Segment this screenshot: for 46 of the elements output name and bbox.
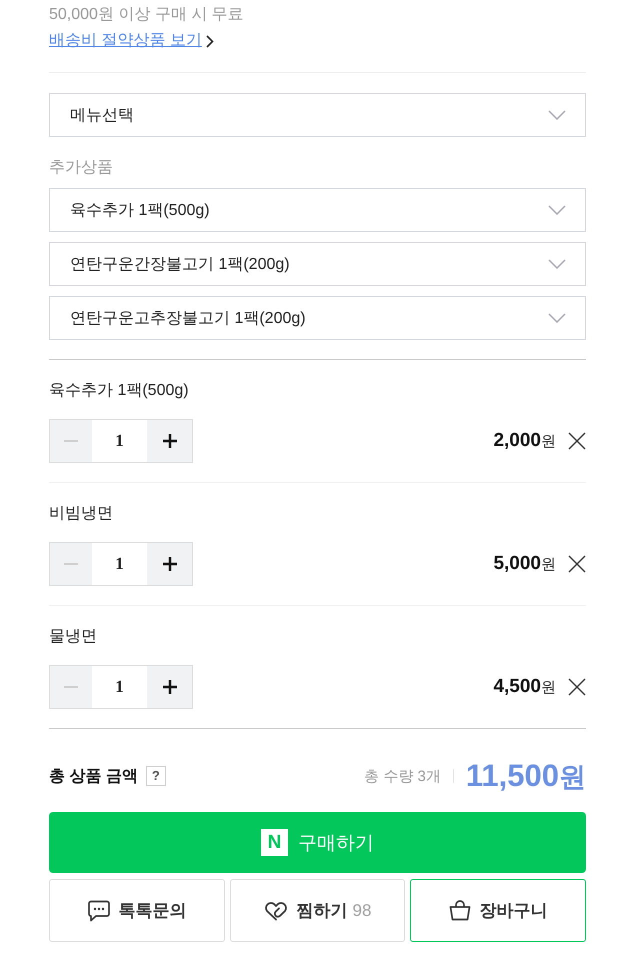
increase-button[interactable] (147, 666, 192, 708)
chevron-down-icon (548, 110, 566, 120)
item-name: 비빔냉면 (49, 504, 113, 524)
wishlist-button[interactable]: 찜하기 98 (230, 879, 405, 942)
total-amount: 11,500원 (466, 758, 586, 794)
help-button[interactable]: ? (146, 766, 166, 786)
chat-bubble-icon (88, 900, 110, 922)
total-label: 총 상품 금액 (49, 766, 138, 786)
close-icon (568, 555, 586, 573)
quantity-stepper[interactable]: 1 (49, 419, 193, 463)
shipping-note: 50,000원 이상 구매 시 무료 (49, 5, 244, 25)
quantity-stepper[interactable]: 1 (49, 665, 193, 709)
option-select[interactable]: 연탄구운간장불고기 1팩(200g) (49, 242, 586, 286)
menu-select[interactable]: 메뉴선택 (49, 93, 586, 137)
cart-button[interactable]: 장바구니 (410, 879, 586, 942)
plus-icon (162, 680, 177, 694)
item-name: 육수추가 1팩(500g) (49, 381, 189, 401)
increase-button[interactable] (147, 543, 192, 585)
item-price: 4,500원 (493, 676, 556, 698)
close-icon (568, 678, 586, 696)
inquiry-button[interactable]: 톡톡문의 (49, 879, 225, 942)
option-select[interactable]: 연탄구운고추장불고기 1팩(200g) (49, 296, 586, 340)
increase-button[interactable] (147, 420, 192, 462)
option-select[interactable]: 육수추가 1팩(500g) (49, 188, 586, 232)
total-quantity: 총 수량 3개 (364, 766, 441, 786)
chevron-down-icon (548, 313, 566, 323)
chevron-down-icon (548, 259, 566, 269)
chevron-down-icon (548, 205, 566, 215)
plus-icon (162, 434, 177, 448)
item-price: 5,000원 (493, 553, 556, 575)
quantity-stepper[interactable]: 1 (49, 542, 193, 586)
plus-icon (162, 557, 177, 571)
close-icon (568, 432, 586, 450)
remove-button[interactable] (568, 432, 586, 450)
item-price: 2,000원 (493, 430, 556, 452)
n-logo: N (261, 829, 288, 856)
minus-icon (64, 440, 78, 442)
section-label: 추가상품 (49, 158, 113, 178)
remove-button[interactable] (568, 678, 586, 696)
item-name: 물냉면 (49, 627, 97, 647)
remove-button[interactable] (568, 555, 586, 573)
minus-icon (64, 563, 78, 565)
minus-icon (64, 686, 78, 688)
shipping-saving-link[interactable]: 배송비 절약상품 보기 (49, 30, 202, 52)
chevron-right-icon (206, 34, 214, 48)
shopping-bag-icon (448, 900, 470, 921)
